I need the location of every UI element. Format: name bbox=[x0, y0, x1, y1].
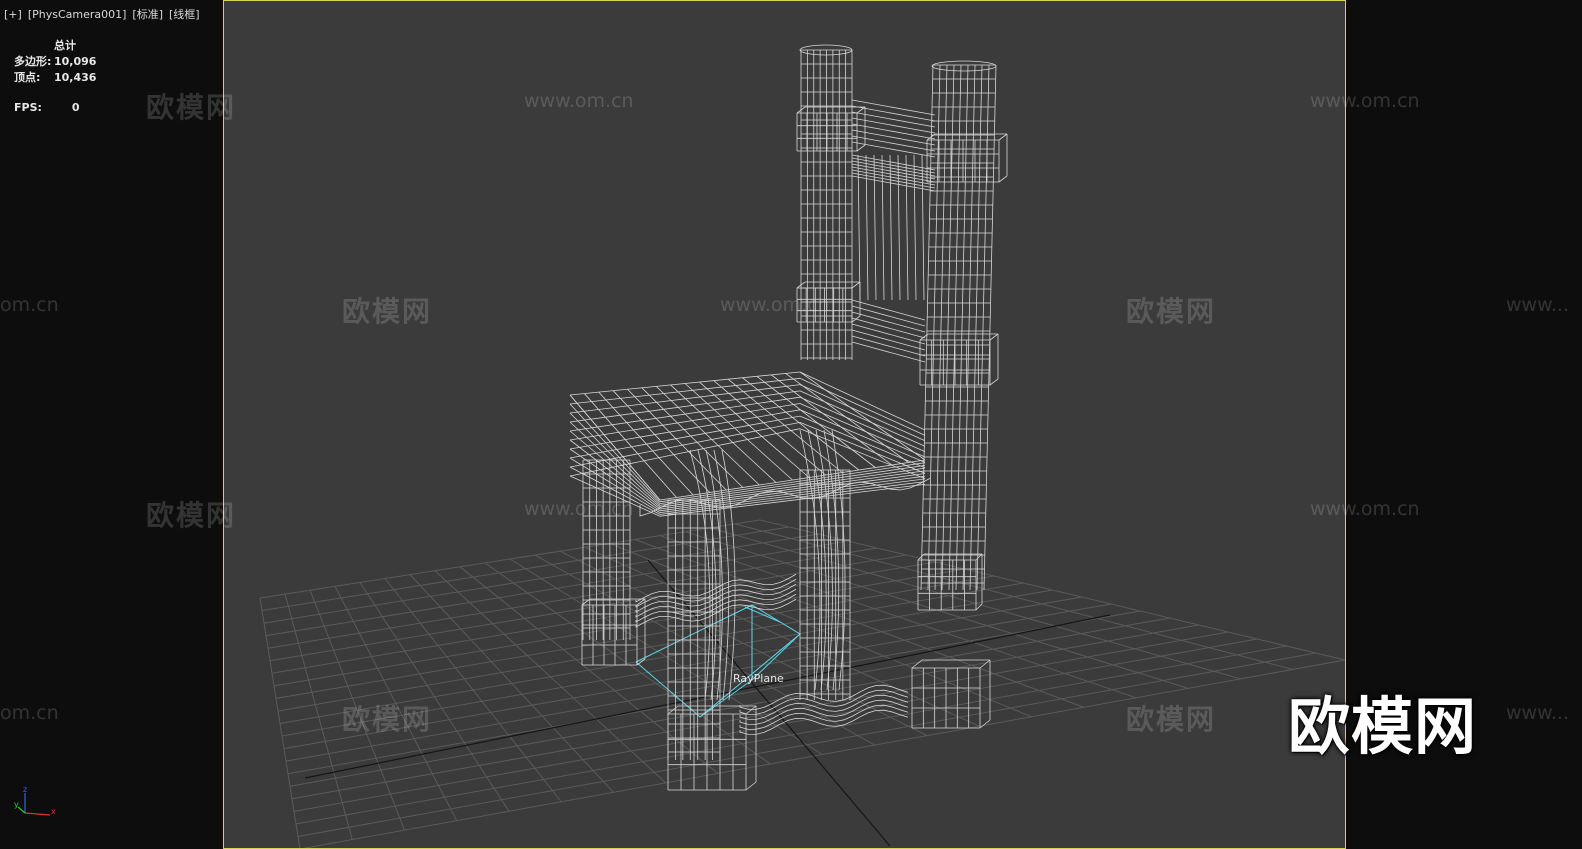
wire-edge bbox=[856, 144, 866, 152]
wire-edge bbox=[612, 390, 710, 493]
wire-edge bbox=[799, 371, 926, 431]
brand-logo: 欧模网 bbox=[1288, 690, 1478, 763]
viewport-camera-menu[interactable]: [PhysCamera001] bbox=[28, 8, 127, 21]
fps-label: FPS: bbox=[14, 101, 42, 114]
watermark-text: 欧模网 bbox=[1126, 703, 1217, 736]
grid-line bbox=[293, 638, 1258, 812]
watermark-url: www.om.cn bbox=[720, 294, 830, 316]
stats-header: 总计 bbox=[54, 39, 76, 52]
wire-edge bbox=[745, 781, 757, 791]
polygons-row: 多边形: 10,096 bbox=[14, 54, 96, 70]
watermark-url-partial: www... bbox=[1506, 702, 1569, 724]
wire-edge bbox=[897, 154, 901, 301]
watermark-text: 欧模网 bbox=[342, 703, 433, 736]
wire-edge bbox=[569, 403, 661, 503]
post-cap bbox=[931, 60, 997, 72]
wire-edge bbox=[851, 141, 936, 158]
wire-edge bbox=[865, 154, 869, 301]
wire-edge bbox=[881, 154, 885, 301]
wire-edge bbox=[851, 135, 936, 152]
wire-edge bbox=[771, 374, 893, 466]
wire-edge bbox=[569, 394, 661, 501]
axis-z-label: z bbox=[23, 785, 27, 794]
grid-line bbox=[302, 659, 1345, 848]
wire-edge bbox=[851, 311, 926, 333]
watermark-text: 欧模网 bbox=[146, 91, 237, 124]
watermark-url: www.om.cn bbox=[524, 90, 634, 112]
wire-edge bbox=[851, 341, 926, 363]
viewport-shading-menu[interactable]: [标准] bbox=[132, 8, 163, 21]
wire-edge bbox=[851, 335, 926, 357]
wire-edge bbox=[851, 305, 926, 327]
wire-edge bbox=[851, 111, 936, 128]
wire-edge bbox=[989, 378, 999, 386]
axis-x-label: x bbox=[51, 807, 56, 816]
viewport-label-menu[interactable]: [+] [PhysCamera001] [标准] [线框] bbox=[4, 6, 206, 22]
watermark-url: www.om.cn bbox=[524, 498, 634, 520]
wire-edge bbox=[934, 64, 948, 591]
wire-edge bbox=[873, 154, 877, 301]
watermark-text: 欧模网 bbox=[1126, 295, 1217, 328]
wire-edge bbox=[851, 123, 936, 140]
curved-leg bbox=[713, 449, 730, 701]
viewport-mode-menu[interactable]: [线框] bbox=[169, 8, 200, 21]
watermark-url-partial: www... bbox=[1506, 294, 1569, 316]
wire-edge bbox=[989, 333, 999, 341]
fps-counter: FPS: 0 bbox=[14, 101, 80, 114]
chair-wireframe bbox=[569, 44, 1008, 791]
wire-edge bbox=[913, 154, 917, 301]
fps-value: 0 bbox=[71, 101, 80, 114]
rayplane-object-label[interactable]: RayPlane bbox=[733, 672, 784, 685]
grid-axis-line bbox=[304, 614, 1111, 779]
watermark-url-partial: om.cn bbox=[0, 702, 59, 724]
wire-edge bbox=[851, 117, 936, 134]
polygons-label: 多边形: bbox=[14, 55, 52, 68]
wire-edge bbox=[799, 384, 926, 442]
wire-edge bbox=[799, 371, 926, 461]
wire-edge bbox=[911, 659, 923, 669]
wire-edge bbox=[998, 133, 1008, 141]
wire-edge bbox=[851, 281, 861, 289]
stretcher bbox=[739, 704, 909, 730]
wire-edge bbox=[799, 377, 926, 436]
scene-statistics: 总计 多边形: 10,096 顶点: 10,436 bbox=[14, 38, 96, 86]
vertices-label: 顶点: bbox=[14, 71, 41, 84]
wire-edge bbox=[851, 323, 926, 345]
wire-edge bbox=[851, 299, 926, 321]
wire-edge bbox=[998, 175, 1008, 183]
axis-gizmo-icon: x y z bbox=[14, 785, 56, 816]
watermark-url: www.om.cn bbox=[1310, 90, 1420, 112]
wire-edge bbox=[851, 129, 936, 146]
watermark-text: 欧模网 bbox=[146, 499, 237, 532]
vertices-value: 10,436 bbox=[54, 71, 97, 84]
wire-edge bbox=[969, 64, 983, 591]
wire-edge bbox=[851, 317, 926, 339]
polygons-value: 10,096 bbox=[54, 55, 97, 68]
wire-edge bbox=[983, 64, 997, 591]
wire-edge bbox=[962, 64, 976, 591]
wire-edge bbox=[851, 105, 936, 122]
axis-y-label: y bbox=[14, 800, 19, 809]
wire-edge bbox=[955, 64, 969, 591]
wire-edge bbox=[857, 154, 861, 301]
wire-edge bbox=[699, 381, 810, 478]
ground-grid bbox=[259, 519, 1345, 848]
vertices-row: 顶点: 10,436 bbox=[14, 70, 96, 86]
viewport-plus-menu[interactable]: [+] bbox=[4, 8, 22, 21]
grid-line bbox=[709, 527, 1241, 680]
watermark-url: www.om.cn bbox=[1310, 498, 1420, 520]
wire-edge bbox=[851, 329, 926, 351]
wire-edge bbox=[941, 64, 955, 591]
wire-edge bbox=[655, 386, 760, 486]
watermark-text: 欧模网 bbox=[342, 295, 433, 328]
watermark-url-partial: om.cn bbox=[0, 294, 59, 316]
wire-edge bbox=[569, 415, 801, 459]
